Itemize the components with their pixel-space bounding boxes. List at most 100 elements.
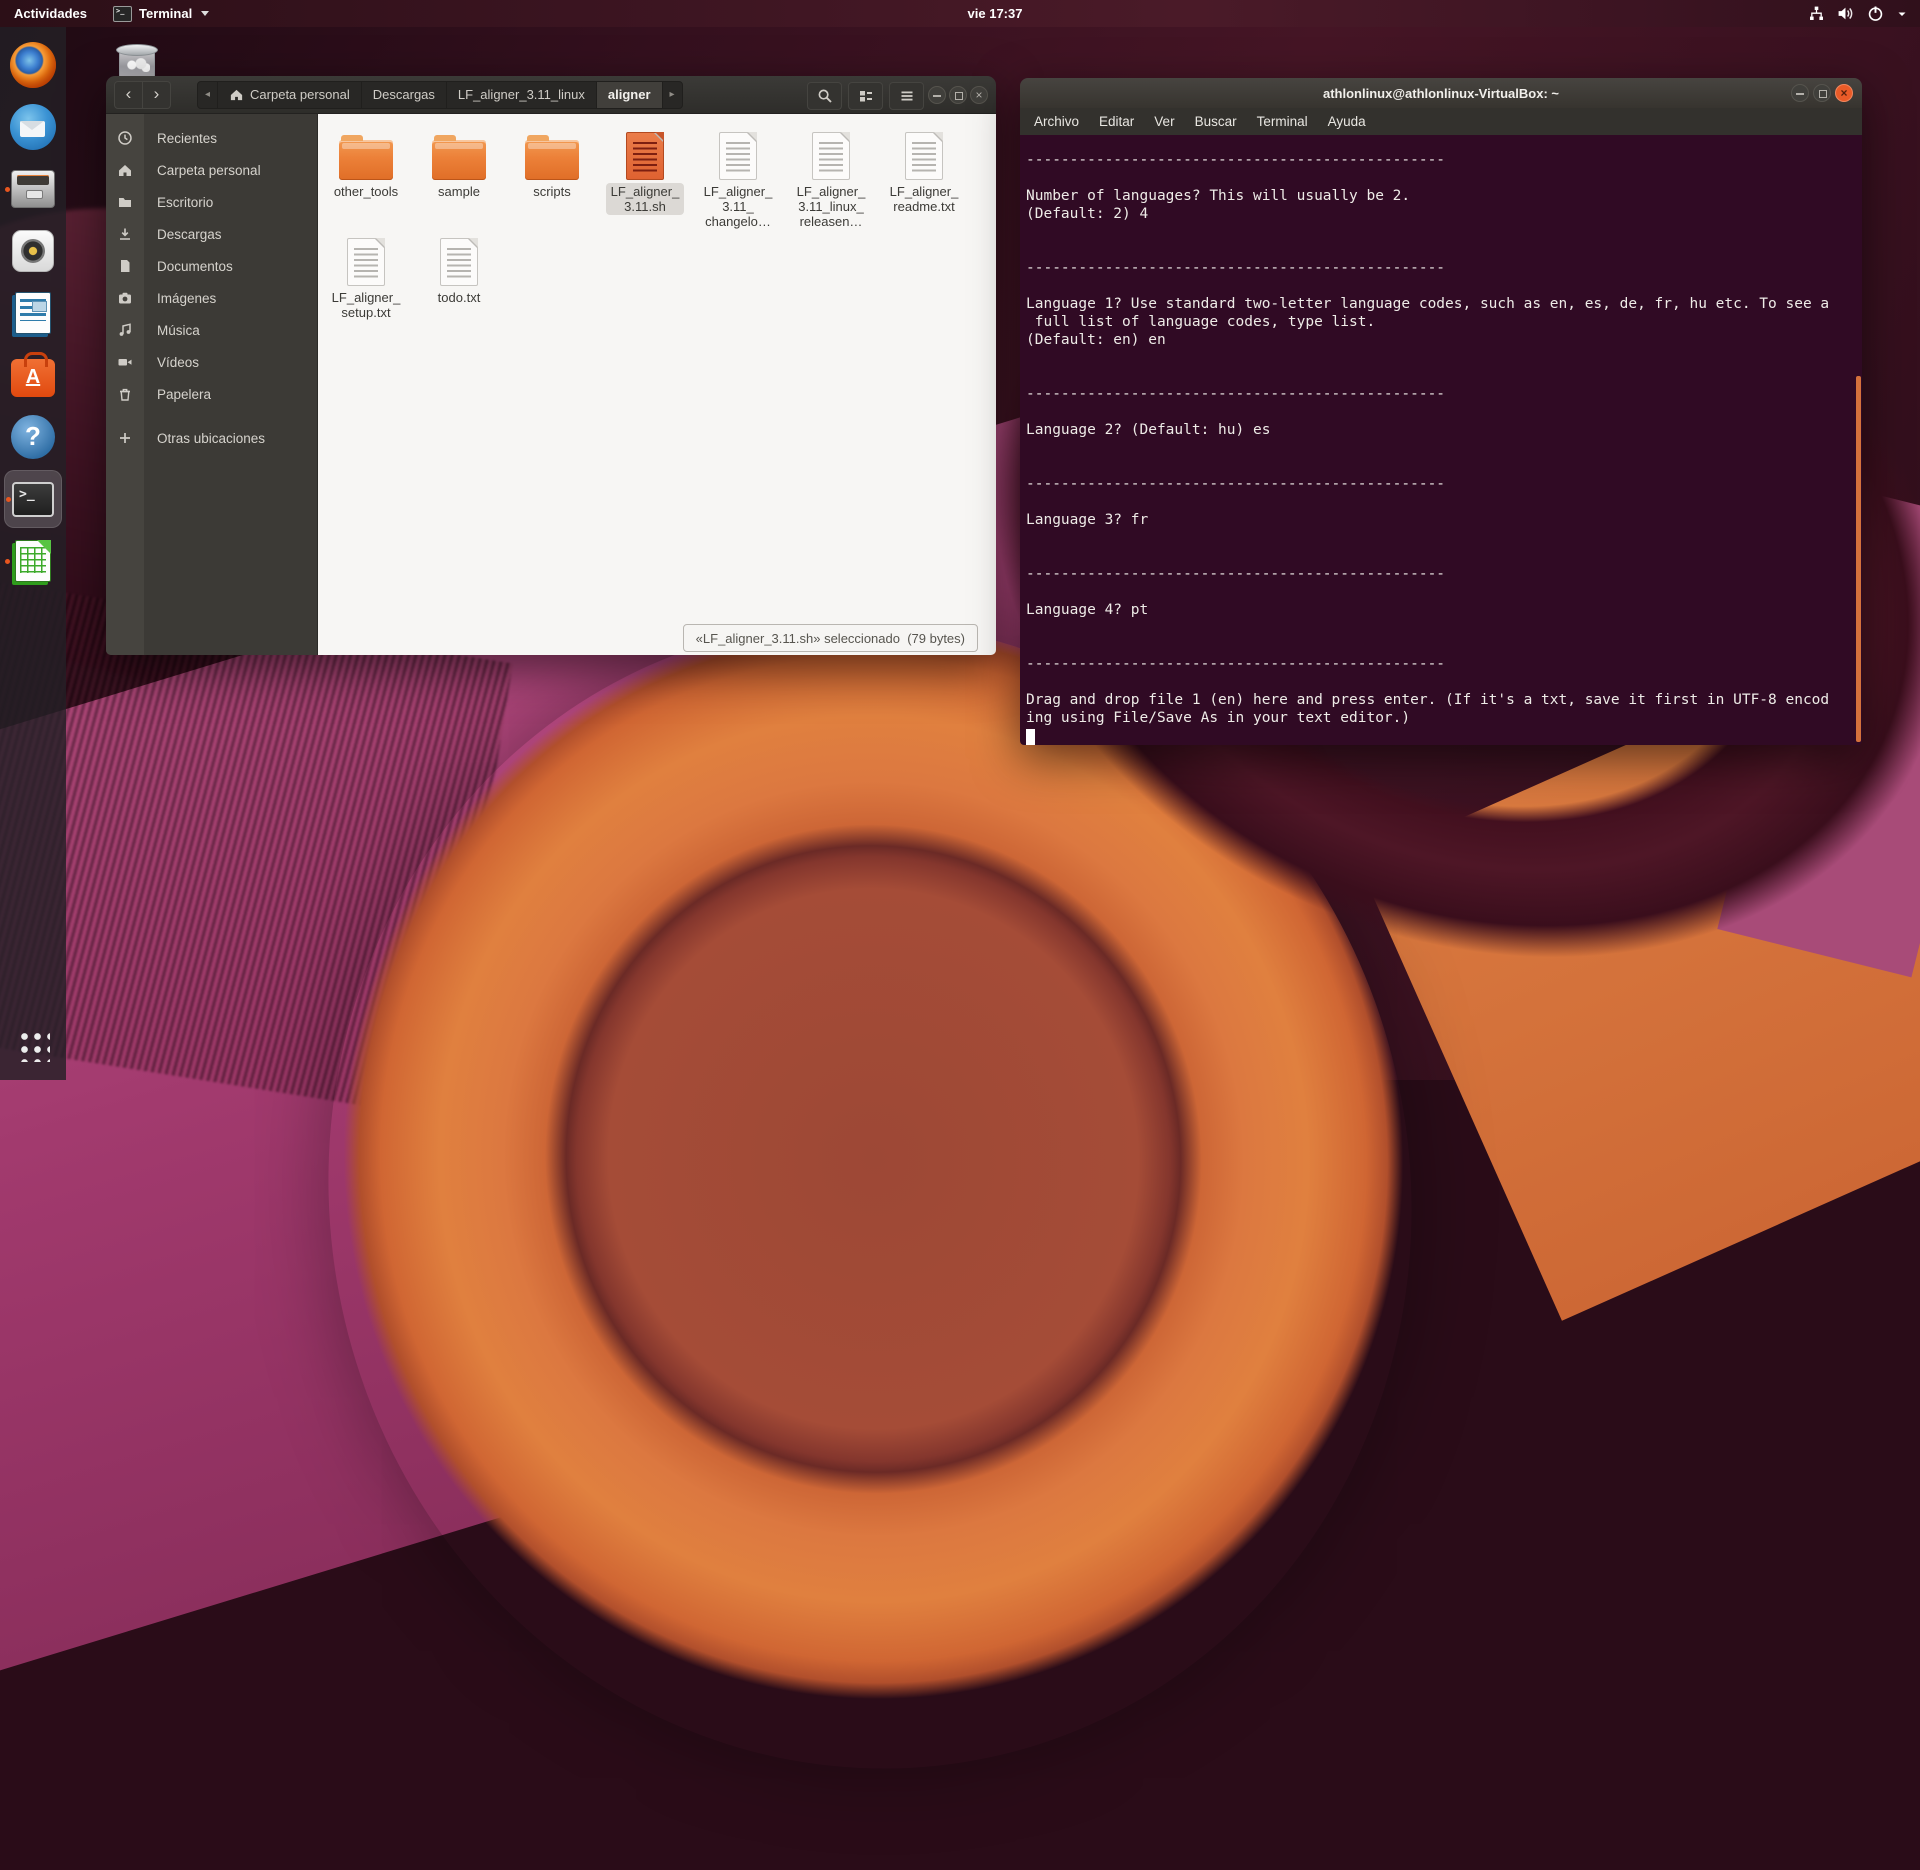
maximize-icon xyxy=(955,92,963,100)
dock-item-rhythmbox[interactable] xyxy=(4,222,62,280)
sidebar-item-carpeta-personal[interactable]: Carpeta personal xyxy=(106,154,317,186)
breadcrumb-label: LF_aligner_3.11_linux xyxy=(458,87,585,102)
breadcrumb-scroll-left-icon[interactable] xyxy=(198,82,218,108)
sidebar-item-label: Música xyxy=(144,323,200,338)
sidebar-item-papelera[interactable]: Papelera xyxy=(106,378,317,410)
ubuntu-desktop: { "colors": { "accent_orange": "#e95420"… xyxy=(0,0,1920,1080)
maximize-button[interactable] xyxy=(949,86,967,104)
terminal-menubar: Archivo Editar Ver Buscar Terminal Ayuda xyxy=(1020,108,1862,135)
minimize-button[interactable] xyxy=(928,86,946,104)
back-button[interactable] xyxy=(114,81,143,109)
terminal-screen[interactable]: ----------------------------------------… xyxy=(1020,135,1862,745)
system-status-area[interactable] xyxy=(1802,0,1914,27)
file-item-readme[interactable]: LF_aligner_ readme.txt xyxy=(878,124,970,215)
sidebar-item-label: Escritorio xyxy=(144,195,213,210)
search-icon xyxy=(817,88,833,104)
close-button[interactable]: × xyxy=(1835,84,1853,102)
sidebar-item-label: Descargas xyxy=(144,227,222,242)
file-item-lf-aligner-sh[interactable]: LF_aligner_ 3.11.sh xyxy=(599,124,691,215)
libreoffice-calc-icon xyxy=(15,540,51,582)
file-item-sample[interactable]: sample xyxy=(413,124,505,200)
app-menu[interactable]: Terminal xyxy=(101,0,221,27)
menu-archivo[interactable]: Archivo xyxy=(1024,108,1089,135)
running-indicator xyxy=(6,497,11,502)
files-body: Recientes Carpeta personal Escritorio De… xyxy=(106,114,996,655)
search-button[interactable] xyxy=(807,82,842,110)
show-applications-button[interactable] xyxy=(4,1016,62,1074)
sidebar-item-label: Otras ubicaciones xyxy=(144,431,265,446)
show-applications-icon xyxy=(16,1028,50,1062)
folder-icon xyxy=(339,140,393,180)
dock-item-thunderbird[interactable] xyxy=(4,98,62,156)
envelope-icon xyxy=(20,121,45,137)
home-icon xyxy=(106,162,144,178)
shell-script-icon xyxy=(626,132,664,180)
terminal-window: athlonlinux@athlonlinux-VirtualBox: ~ × … xyxy=(1020,78,1862,745)
download-icon xyxy=(106,226,144,242)
breadcrumb-lf-aligner-folder[interactable]: LF_aligner_3.11_linux xyxy=(447,82,597,108)
sidebar-item-documentos[interactable]: Documentos xyxy=(106,250,317,282)
file-label: scripts xyxy=(528,183,576,200)
plus-icon xyxy=(106,430,144,446)
dock-item-ubuntu-software[interactable] xyxy=(4,346,62,404)
maximize-button[interactable] xyxy=(1813,84,1831,102)
files-grid[interactable]: other_tools sample scripts LF_aligner_ 3… xyxy=(318,114,996,655)
video-icon xyxy=(106,354,144,370)
terminal-scrollbar[interactable] xyxy=(1856,376,1861,742)
activities-button[interactable]: Actividades xyxy=(0,0,101,27)
menu-ayuda[interactable]: Ayuda xyxy=(1318,108,1376,135)
menu-ver[interactable]: Ver xyxy=(1144,108,1184,135)
dock-item-libreoffice-writer[interactable] xyxy=(4,284,62,342)
sidebar-item-recientes[interactable]: Recientes xyxy=(106,122,317,154)
file-item-releasenotes[interactable]: LF_aligner_ 3.11_linux_ releasen… xyxy=(785,124,877,230)
music-icon xyxy=(106,322,144,338)
menu-buscar[interactable]: Buscar xyxy=(1185,108,1247,135)
breadcrumb-scroll-right-icon[interactable] xyxy=(663,82,682,108)
sidebar-item-videos[interactable]: Vídeos xyxy=(106,346,317,378)
file-item-scripts[interactable]: scripts xyxy=(506,124,598,200)
sidebar-item-imagenes[interactable]: Imágenes xyxy=(106,282,317,314)
terminal-titlebar[interactable]: athlonlinux@athlonlinux-VirtualBox: ~ × xyxy=(1020,78,1862,108)
sidebar-item-escritorio[interactable]: Escritorio xyxy=(106,186,317,218)
file-item-other-tools[interactable]: other_tools xyxy=(320,124,412,200)
firefox-icon xyxy=(10,42,56,88)
sidebar-item-musica[interactable]: Música xyxy=(106,314,317,346)
folder-icon xyxy=(525,140,579,180)
breadcrumb-descargas[interactable]: Descargas xyxy=(362,82,447,108)
sidebar-item-label: Papelera xyxy=(144,387,211,402)
file-item-changelog[interactable]: LF_aligner_ 3.11_ changelo… xyxy=(692,124,784,230)
menu-label: Archivo xyxy=(1034,114,1079,129)
dock xyxy=(0,27,66,1080)
close-button[interactable]: × xyxy=(970,86,988,104)
dock-item-terminal[interactable] xyxy=(4,470,62,528)
terminal-cursor xyxy=(1026,729,1035,745)
view-grid-button[interactable] xyxy=(848,82,883,110)
window-menu-button[interactable] xyxy=(889,82,924,110)
volume-icon xyxy=(1837,5,1855,22)
files-sidebar: Recientes Carpeta personal Escritorio De… xyxy=(106,114,318,655)
activities-label: Actividades xyxy=(14,6,87,21)
dock-item-files[interactable] xyxy=(4,160,62,218)
breadcrumb-home[interactable]: Carpeta personal xyxy=(218,82,362,108)
forward-button[interactable] xyxy=(143,81,171,109)
file-label: LF_aligner_ 3.11.sh xyxy=(606,183,685,215)
files-headerbar: Carpeta personal Descargas LF_aligner_3.… xyxy=(106,76,996,114)
sidebar-item-otras-ubicaciones[interactable]: Otras ubicaciones xyxy=(106,422,317,454)
view-grid-icon xyxy=(858,88,874,104)
sidebar-item-label: Recientes xyxy=(144,131,217,146)
file-label: sample xyxy=(433,183,485,200)
dock-item-help[interactable] xyxy=(4,408,62,466)
dock-item-libreoffice-calc[interactable] xyxy=(4,532,62,590)
breadcrumb-label: aligner xyxy=(608,87,651,102)
file-item-todo[interactable]: todo.txt xyxy=(413,230,505,306)
breadcrumb-aligner-current[interactable]: aligner xyxy=(597,82,663,108)
dock-item-firefox[interactable] xyxy=(4,36,62,94)
sidebar-item-descargas[interactable]: Descargas xyxy=(106,218,317,250)
menu-editar[interactable]: Editar xyxy=(1089,108,1144,135)
sidebar-item-label: Documentos xyxy=(144,259,233,274)
minimize-button[interactable] xyxy=(1791,84,1809,102)
clock-button[interactable]: vie 17:37 xyxy=(968,0,1023,27)
menu-terminal[interactable]: Terminal xyxy=(1247,108,1318,135)
file-item-setup[interactable]: LF_aligner_ setup.txt xyxy=(320,230,412,321)
files-toolbar xyxy=(807,82,924,110)
